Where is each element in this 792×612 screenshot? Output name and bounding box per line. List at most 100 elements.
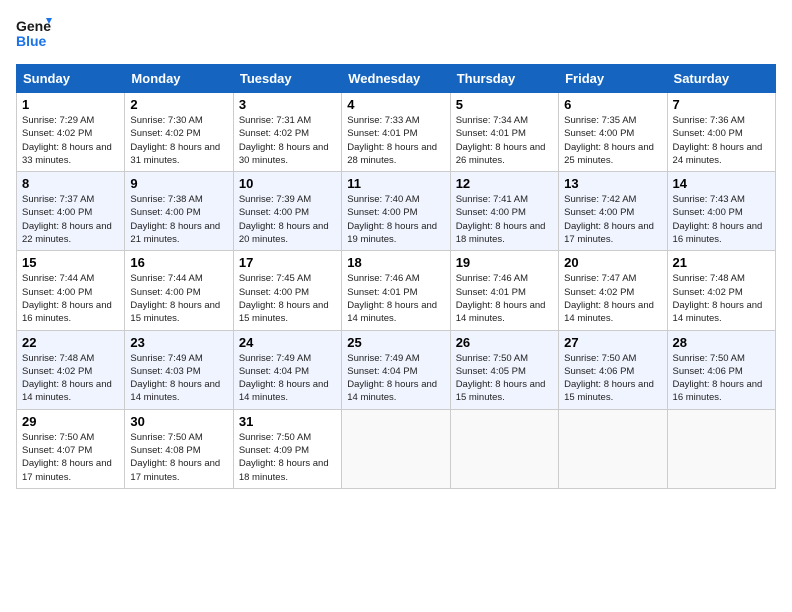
day-info: Sunrise: 7:31 AMSunset: 4:02 PMDaylight:… bbox=[239, 114, 336, 167]
day-number: 21 bbox=[673, 255, 770, 270]
day-number: 7 bbox=[673, 97, 770, 112]
calendar-cell: 28 Sunrise: 7:50 AMSunset: 4:06 PMDaylig… bbox=[667, 330, 775, 409]
calendar-cell: 31 Sunrise: 7:50 AMSunset: 4:09 PMDaylig… bbox=[233, 409, 341, 488]
calendar-cell bbox=[450, 409, 558, 488]
calendar-cell: 9 Sunrise: 7:38 AMSunset: 4:00 PMDayligh… bbox=[125, 172, 233, 251]
day-number: 23 bbox=[130, 335, 227, 350]
header-thursday: Thursday bbox=[450, 65, 558, 93]
logo-container: General Blue bbox=[16, 16, 52, 52]
day-number: 18 bbox=[347, 255, 444, 270]
day-number: 27 bbox=[564, 335, 661, 350]
calendar-cell: 11 Sunrise: 7:40 AMSunset: 4:00 PMDaylig… bbox=[342, 172, 450, 251]
day-info: Sunrise: 7:49 AMSunset: 4:04 PMDaylight:… bbox=[239, 352, 336, 405]
day-number: 29 bbox=[22, 414, 119, 429]
calendar-cell: 7 Sunrise: 7:36 AMSunset: 4:00 PMDayligh… bbox=[667, 93, 775, 172]
calendar-cell: 14 Sunrise: 7:43 AMSunset: 4:00 PMDaylig… bbox=[667, 172, 775, 251]
calendar-cell: 27 Sunrise: 7:50 AMSunset: 4:06 PMDaylig… bbox=[559, 330, 667, 409]
calendar-cell: 2 Sunrise: 7:30 AMSunset: 4:02 PMDayligh… bbox=[125, 93, 233, 172]
day-number: 9 bbox=[130, 176, 227, 191]
day-number: 15 bbox=[22, 255, 119, 270]
day-info: Sunrise: 7:46 AMSunset: 4:01 PMDaylight:… bbox=[456, 272, 553, 325]
header-wednesday: Wednesday bbox=[342, 65, 450, 93]
calendar-cell: 10 Sunrise: 7:39 AMSunset: 4:00 PMDaylig… bbox=[233, 172, 341, 251]
day-number: 25 bbox=[347, 335, 444, 350]
day-number: 26 bbox=[456, 335, 553, 350]
day-info: Sunrise: 7:50 AMSunset: 4:06 PMDaylight:… bbox=[673, 352, 770, 405]
calendar-cell: 4 Sunrise: 7:33 AMSunset: 4:01 PMDayligh… bbox=[342, 93, 450, 172]
calendar-cell: 6 Sunrise: 7:35 AMSunset: 4:00 PMDayligh… bbox=[559, 93, 667, 172]
day-number: 6 bbox=[564, 97, 661, 112]
calendar-cell: 29 Sunrise: 7:50 AMSunset: 4:07 PMDaylig… bbox=[17, 409, 125, 488]
day-info: Sunrise: 7:44 AMSunset: 4:00 PMDaylight:… bbox=[22, 272, 119, 325]
day-number: 5 bbox=[456, 97, 553, 112]
svg-text:Blue: Blue bbox=[16, 33, 47, 49]
calendar-cell: 23 Sunrise: 7:49 AMSunset: 4:03 PMDaylig… bbox=[125, 330, 233, 409]
page-header: General Blue bbox=[16, 16, 776, 52]
calendar-table: SundayMondayTuesdayWednesdayThursdayFrid… bbox=[16, 64, 776, 489]
day-number: 8 bbox=[22, 176, 119, 191]
calendar-cell: 17 Sunrise: 7:45 AMSunset: 4:00 PMDaylig… bbox=[233, 251, 341, 330]
day-number: 28 bbox=[673, 335, 770, 350]
day-info: Sunrise: 7:29 AMSunset: 4:02 PMDaylight:… bbox=[22, 114, 119, 167]
day-info: Sunrise: 7:50 AMSunset: 4:06 PMDaylight:… bbox=[564, 352, 661, 405]
day-info: Sunrise: 7:48 AMSunset: 4:02 PMDaylight:… bbox=[673, 272, 770, 325]
day-number: 24 bbox=[239, 335, 336, 350]
header-saturday: Saturday bbox=[667, 65, 775, 93]
day-info: Sunrise: 7:34 AMSunset: 4:01 PMDaylight:… bbox=[456, 114, 553, 167]
header-tuesday: Tuesday bbox=[233, 65, 341, 93]
week-row-5: 29 Sunrise: 7:50 AMSunset: 4:07 PMDaylig… bbox=[17, 409, 776, 488]
calendar-cell bbox=[559, 409, 667, 488]
calendar-cell: 26 Sunrise: 7:50 AMSunset: 4:05 PMDaylig… bbox=[450, 330, 558, 409]
day-number: 4 bbox=[347, 97, 444, 112]
day-number: 13 bbox=[564, 176, 661, 191]
calendar-cell: 5 Sunrise: 7:34 AMSunset: 4:01 PMDayligh… bbox=[450, 93, 558, 172]
day-number: 1 bbox=[22, 97, 119, 112]
calendar-cell: 12 Sunrise: 7:41 AMSunset: 4:00 PMDaylig… bbox=[450, 172, 558, 251]
day-info: Sunrise: 7:41 AMSunset: 4:00 PMDaylight:… bbox=[456, 193, 553, 246]
calendar-cell bbox=[342, 409, 450, 488]
day-number: 16 bbox=[130, 255, 227, 270]
day-number: 30 bbox=[130, 414, 227, 429]
day-info: Sunrise: 7:40 AMSunset: 4:00 PMDaylight:… bbox=[347, 193, 444, 246]
day-number: 3 bbox=[239, 97, 336, 112]
day-number: 22 bbox=[22, 335, 119, 350]
day-info: Sunrise: 7:48 AMSunset: 4:02 PMDaylight:… bbox=[22, 352, 119, 405]
calendar-cell bbox=[667, 409, 775, 488]
day-info: Sunrise: 7:46 AMSunset: 4:01 PMDaylight:… bbox=[347, 272, 444, 325]
day-number: 10 bbox=[239, 176, 336, 191]
week-row-2: 8 Sunrise: 7:37 AMSunset: 4:00 PMDayligh… bbox=[17, 172, 776, 251]
day-number: 19 bbox=[456, 255, 553, 270]
calendar-cell: 21 Sunrise: 7:48 AMSunset: 4:02 PMDaylig… bbox=[667, 251, 775, 330]
calendar-cell: 24 Sunrise: 7:49 AMSunset: 4:04 PMDaylig… bbox=[233, 330, 341, 409]
calendar-cell: 20 Sunrise: 7:47 AMSunset: 4:02 PMDaylig… bbox=[559, 251, 667, 330]
day-number: 11 bbox=[347, 176, 444, 191]
day-info: Sunrise: 7:39 AMSunset: 4:00 PMDaylight:… bbox=[239, 193, 336, 246]
header-friday: Friday bbox=[559, 65, 667, 93]
day-number: 2 bbox=[130, 97, 227, 112]
calendar-cell: 16 Sunrise: 7:44 AMSunset: 4:00 PMDaylig… bbox=[125, 251, 233, 330]
header-sunday: Sunday bbox=[17, 65, 125, 93]
day-info: Sunrise: 7:42 AMSunset: 4:00 PMDaylight:… bbox=[564, 193, 661, 246]
calendar-cell: 13 Sunrise: 7:42 AMSunset: 4:00 PMDaylig… bbox=[559, 172, 667, 251]
logo: General Blue bbox=[16, 16, 52, 52]
calendar-cell: 30 Sunrise: 7:50 AMSunset: 4:08 PMDaylig… bbox=[125, 409, 233, 488]
day-number: 17 bbox=[239, 255, 336, 270]
calendar-cell: 15 Sunrise: 7:44 AMSunset: 4:00 PMDaylig… bbox=[17, 251, 125, 330]
day-info: Sunrise: 7:33 AMSunset: 4:01 PMDaylight:… bbox=[347, 114, 444, 167]
day-info: Sunrise: 7:47 AMSunset: 4:02 PMDaylight:… bbox=[564, 272, 661, 325]
day-number: 31 bbox=[239, 414, 336, 429]
day-info: Sunrise: 7:49 AMSunset: 4:04 PMDaylight:… bbox=[347, 352, 444, 405]
day-info: Sunrise: 7:36 AMSunset: 4:00 PMDaylight:… bbox=[673, 114, 770, 167]
day-info: Sunrise: 7:30 AMSunset: 4:02 PMDaylight:… bbox=[130, 114, 227, 167]
day-info: Sunrise: 7:50 AMSunset: 4:07 PMDaylight:… bbox=[22, 431, 119, 484]
day-info: Sunrise: 7:50 AMSunset: 4:05 PMDaylight:… bbox=[456, 352, 553, 405]
calendar-cell: 22 Sunrise: 7:48 AMSunset: 4:02 PMDaylig… bbox=[17, 330, 125, 409]
calendar-cell: 18 Sunrise: 7:46 AMSunset: 4:01 PMDaylig… bbox=[342, 251, 450, 330]
day-info: Sunrise: 7:44 AMSunset: 4:00 PMDaylight:… bbox=[130, 272, 227, 325]
logo-svg: General Blue bbox=[16, 16, 52, 52]
weekday-header-row: SundayMondayTuesdayWednesdayThursdayFrid… bbox=[17, 65, 776, 93]
calendar-cell: 3 Sunrise: 7:31 AMSunset: 4:02 PMDayligh… bbox=[233, 93, 341, 172]
day-info: Sunrise: 7:43 AMSunset: 4:00 PMDaylight:… bbox=[673, 193, 770, 246]
calendar-cell: 25 Sunrise: 7:49 AMSunset: 4:04 PMDaylig… bbox=[342, 330, 450, 409]
day-number: 14 bbox=[673, 176, 770, 191]
